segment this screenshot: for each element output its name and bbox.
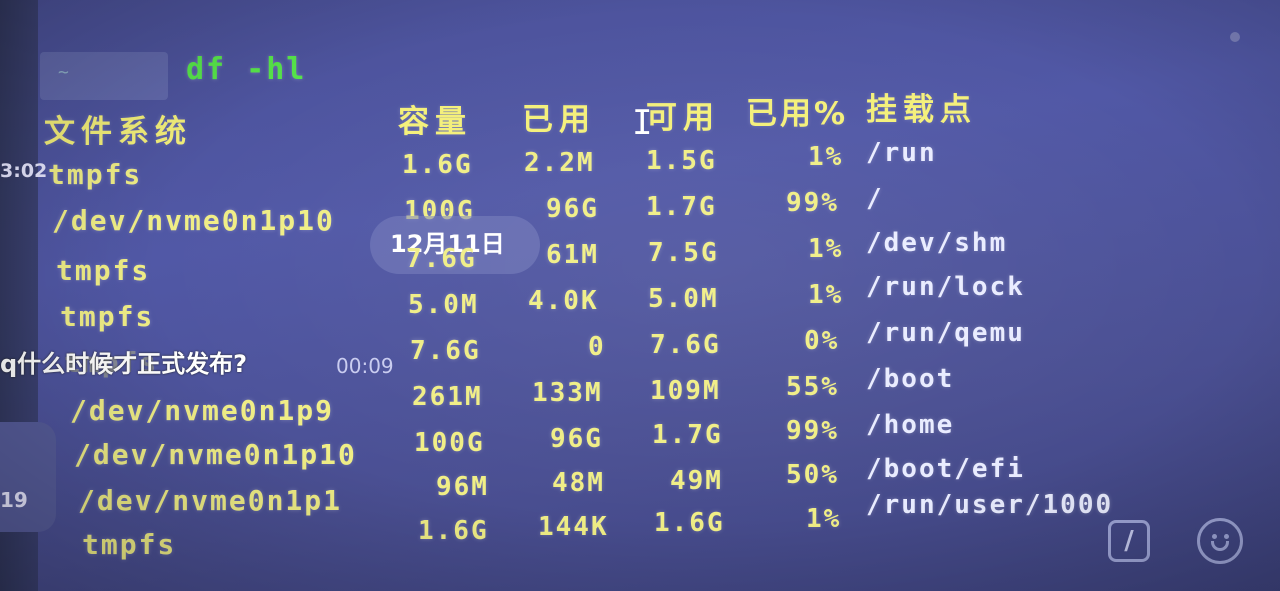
row-4-avail: 7.6G [650,330,721,360]
chat-message: q什么时候才正式发布? [0,350,248,378]
row-7-avail: 49M [670,466,723,496]
prompt-symbol: ~ [58,62,69,83]
emoji-mouth [1211,541,1229,551]
row-2-avail: 7.5G [648,238,719,268]
slash-label: / [1124,526,1134,556]
row-3-used: 4.0K [528,286,599,316]
text-cursor-icon: I [632,103,653,143]
row-4-size: 7.6G [410,336,481,366]
row-2-used: 61M [546,240,599,270]
row-5-pct: 55% [786,372,839,402]
header-mount: 挂载点 [866,92,977,128]
row-5-avail: 109M [650,376,721,406]
row-5-used: 133M [532,378,603,408]
row-5-size: 261M [412,382,483,412]
row-2-mount: /dev/shm [866,228,1008,258]
emoji-icon[interactable] [1197,518,1243,564]
header-filesystem: 文件系统 [44,114,192,150]
row-0-fs: tmpfs [48,158,143,191]
row-6-avail: 1.7G [652,420,723,450]
row-6-fs: /dev/nvme0n1p10 [74,438,357,471]
row-6-size: 100G [414,428,485,458]
row-0-avail: 1.5G [646,146,717,176]
side-count: 19 [0,488,28,512]
row-0-mount: /run [866,138,937,168]
row-7-size: 96M [436,472,489,502]
row-4-pct: 0% [804,326,840,356]
emoji-eye-left [1212,534,1217,539]
row-5-mount: /boot [866,364,955,394]
row-1-mount: / [866,184,884,214]
row-3-fs: tmpfs [60,300,155,333]
row-6-mount: /home [866,410,955,440]
row-0-pct: 1% [808,142,844,172]
row-8-used: 144K [538,512,609,542]
row-8-size: 1.6G [418,516,489,546]
row-1-avail: 1.7G [646,192,717,222]
status-dot [1230,32,1240,42]
header-avail: 可用 [646,100,720,136]
row-7-fs: /dev/nvme0n1p1 [78,484,343,517]
row-4-mount: /run/qemu [866,318,1025,348]
row-3-avail: 5.0M [648,284,719,314]
row-3-pct: 1% [808,280,844,310]
row-7-mount: /boot/efi [866,454,1025,484]
row-8-pct: 1% [806,504,842,534]
row-2-size: 7.6G [406,244,477,274]
row-5-fs: /dev/nvme0n1p9 [70,394,335,427]
row-8-fs: tmpfs [82,528,177,561]
row-3-size: 5.0M [408,290,479,320]
chat-message-time: 00:09 [336,354,394,378]
command-text: df -hl [186,52,307,87]
chat-bubble[interactable] [0,422,56,532]
row-3-mount: /run/lock [866,272,1025,302]
photo-of-terminal: 3:02 19 ~ df -hl 文件系统 容量 已用 可用 已用% 挂载点 t… [0,0,1280,591]
row-2-fs: tmpfs [56,254,151,287]
row-2-pct: 1% [808,234,844,264]
header-used: 已用 [522,102,596,138]
command-slash-icon[interactable]: / [1108,520,1150,562]
header-use-pct: 已用% [746,96,849,132]
emoji-eye-right [1224,534,1229,539]
row-7-pct: 50% [786,460,839,490]
row-1-pct: 99% [786,188,839,218]
header-size: 容量 [398,104,472,140]
row-6-used: 96G [550,424,603,454]
row-0-size: 1.6G [402,150,473,180]
side-time: 3:02 [0,160,48,182]
row-1-used: 96G [546,194,599,224]
row-4-used: 0 [588,332,606,362]
row-8-avail: 1.6G [654,508,725,538]
row-1-fs: /dev/nvme0n1p10 [52,204,335,237]
row-0-used: 2.2M [524,148,595,178]
row-6-pct: 99% [786,416,839,446]
row-7-used: 48M [552,468,605,498]
row-8-mount: /run/user/1000 [866,490,1114,520]
